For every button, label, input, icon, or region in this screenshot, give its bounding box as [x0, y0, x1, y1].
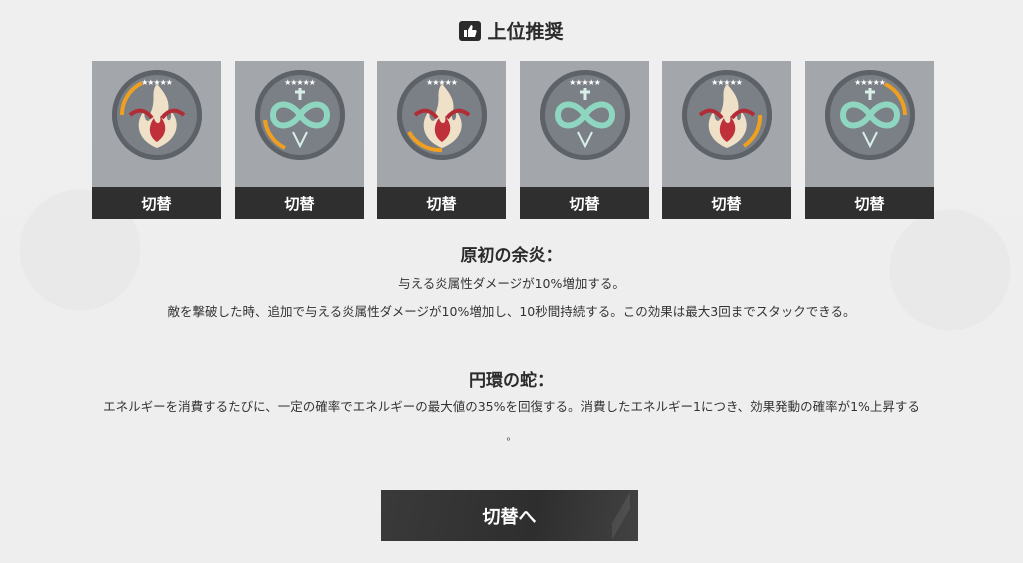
switch-button[interactable]: 切替 [92, 187, 221, 219]
switch-button[interactable]: 切替 [805, 187, 934, 219]
echo-card-flame[interactable]: ★★★★★ 切替 [377, 61, 506, 219]
set-effect-2pc: 与える炎属性ダメージが10%増加する。 [398, 276, 625, 291]
rarity-stars: ★★★★★ [141, 78, 173, 87]
rarity-stars: ★★★★★ [854, 78, 886, 87]
switch-to-label: 切替へ [482, 506, 537, 528]
rarity-stars: ★★★★★ [711, 78, 743, 87]
switch-button[interactable]: 切替 [520, 187, 649, 219]
rarity-stars: ★★★★★ [569, 78, 601, 87]
switch-button[interactable]: 切替 [235, 187, 364, 219]
thumbs-up-icon [459, 20, 482, 41]
rarity-stars: ★★★★★ [284, 78, 316, 87]
echo-card-serpent[interactable]: ★★★★★ 切替 [805, 61, 934, 219]
set-name-serpent: 円環の蛇： [469, 371, 554, 391]
echo-card-serpent[interactable]: ★★★★★ 切替 [235, 61, 364, 219]
switch-button[interactable]: 切替 [377, 187, 506, 219]
echo-card-flame[interactable]: ★★★★★ 切替 [92, 61, 221, 219]
set-effect-5pc: 敵を撃破した時、追加で与える炎属性ダメージが10%増加し、10秒間持続する。この… [167, 304, 856, 319]
echo-card-flame[interactable]: ★★★★★ 切替 [662, 61, 791, 219]
recommend-header: 上位推奨 [0, 17, 1023, 44]
button-corner-deco [612, 490, 630, 541]
rarity-stars: ★★★★★ [426, 78, 458, 87]
set-effect-main: エネルギーを消費するたびに、一定の確率でエネルギーの最大値の35%を回復する。消… [103, 399, 920, 414]
switch-button[interactable]: 切替 [662, 187, 791, 219]
set-name-flame: 原初の余炎： [460, 246, 563, 266]
switch-to-button[interactable]: 切替へ [381, 490, 638, 541]
recommended-echo-list: ★★★★★ 切替 ★★★★★ 切替 ★★★★★ 切替 ★★★★★ 切替 ★★★★… [92, 61, 934, 219]
echo-card-serpent[interactable]: ★★★★★ 切替 [520, 61, 649, 219]
page-title: 上位推奨 [487, 21, 564, 43]
set-effect-tail: 。 [506, 432, 517, 443]
